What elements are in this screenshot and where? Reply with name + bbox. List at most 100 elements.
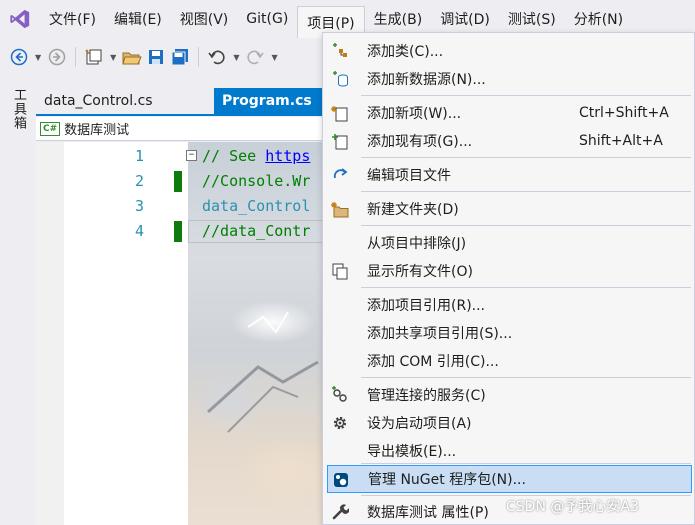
menu-separator xyxy=(361,377,691,378)
gear-icon xyxy=(331,414,349,432)
menu-item-label: 新建文件夹(D) xyxy=(367,202,459,218)
standard-toolbar: ▼ ▼ ▼ ▼ xyxy=(0,38,325,76)
comment-text: //data_Contr xyxy=(202,222,311,240)
tab-data-control[interactable]: data_Control.cs xyxy=(36,88,214,114)
menu-item-label: 显示所有文件(O) xyxy=(367,264,473,280)
menu-item-label: 添加现有项(G)... xyxy=(367,134,473,150)
menu-item-label: 添加 COM 引用(C)... xyxy=(367,354,499,370)
nuget-icon xyxy=(332,471,350,489)
menu-view[interactable]: 视图(V) xyxy=(171,4,238,34)
comment-text: // See xyxy=(202,147,266,165)
menu-item-add-shared-project-reference[interactable]: 添加共享项目引用(S)... xyxy=(323,319,694,347)
line-number: 1 xyxy=(134,147,144,165)
comment-link[interactable]: https xyxy=(265,147,310,165)
menu-analyze[interactable]: 分析(N) xyxy=(565,4,632,34)
menu-item-new-folder[interactable]: 新建文件夹(D) xyxy=(323,195,694,223)
csharp-project-icon: C# xyxy=(40,121,61,136)
tab-accent-line xyxy=(36,114,326,116)
chevron-down-icon[interactable]: ▼ xyxy=(271,53,277,62)
document-tabs: data_Control.cs Program.cs xyxy=(36,88,326,114)
code-line: 2 //Console.Wr xyxy=(36,169,326,194)
add-new-item-icon xyxy=(331,104,349,122)
menu-item-export-template[interactable]: 导出模板(E)... xyxy=(323,437,694,465)
add-existing-item-icon xyxy=(331,132,349,150)
menu-item-label: 管理连接的服务(C) xyxy=(367,388,486,404)
menu-item-label: 导出模板(E)... xyxy=(367,444,457,460)
visual-studio-logo-icon[interactable] xyxy=(0,0,40,38)
menu-item-add-new-item[interactable]: 添加新项(W)... Ctrl+Shift+A xyxy=(323,99,694,127)
menu-separator xyxy=(361,287,691,288)
menu-item-label: 管理 NuGet 程序包(N)... xyxy=(368,472,526,488)
menu-item-set-startup-project[interactable]: 设为启动项目(A) xyxy=(323,409,694,437)
menu-item-edit-project-file[interactable]: 编辑项目文件 xyxy=(323,161,694,189)
menu-build[interactable]: 生成(B) xyxy=(365,4,432,34)
wrench-icon xyxy=(331,503,349,521)
new-folder-icon xyxy=(331,200,349,218)
redo-button[interactable] xyxy=(244,44,266,70)
change-marker xyxy=(174,221,182,242)
menu-separator xyxy=(361,191,691,192)
chevron-down-icon[interactable]: ▼ xyxy=(233,53,239,62)
menu-item-shortcut: Shift+Alt+A xyxy=(579,133,663,149)
project-selector[interactable]: 数据库测试 xyxy=(64,119,129,138)
menu-item-exclude-from-project[interactable]: 从项目中排除(J) xyxy=(323,229,694,257)
menu-file[interactable]: 文件(F) xyxy=(40,4,105,34)
toolbox-strip xyxy=(0,76,36,525)
menu-item-label: 添加类(C)... xyxy=(367,44,444,60)
menu-item-add-data-source[interactable]: 添加新数据源(N)... xyxy=(323,65,694,93)
toolbox-tab[interactable]: 工具箱 xyxy=(8,88,28,130)
menu-item-label: 添加共享项目引用(S)... xyxy=(367,326,513,342)
menu-separator xyxy=(361,463,691,464)
menu-separator xyxy=(361,225,691,226)
menu-item-manage-nuget-packages[interactable]: 管理 NuGet 程序包(N)... xyxy=(327,465,692,493)
undo-button[interactable] xyxy=(206,44,228,70)
line-number: 3 xyxy=(134,197,144,215)
save-button[interactable] xyxy=(145,44,167,70)
add-class-icon xyxy=(331,42,349,60)
add-database-icon xyxy=(331,70,349,88)
navigate-forward-button[interactable] xyxy=(46,44,68,70)
project-menu-dropdown: 添加类(C)... 添加新数据源(N)... 添加新项(W)... Ctrl+S… xyxy=(322,32,695,525)
chevron-down-icon[interactable]: ▼ xyxy=(110,53,116,62)
edit-project-file-icon xyxy=(331,166,349,184)
open-file-button[interactable] xyxy=(121,44,143,70)
line-number: 2 xyxy=(134,172,144,190)
menu-item-label: 添加新项(W)... xyxy=(367,106,462,122)
toolbar-divider xyxy=(75,47,77,67)
menu-item-label: 添加项目引用(R)... xyxy=(367,298,486,314)
code-line: 4 //data_Contr xyxy=(36,219,326,244)
menu-separator xyxy=(361,95,691,96)
menu-git[interactable]: Git(G) xyxy=(237,4,297,34)
navigate-back-button[interactable] xyxy=(8,44,30,70)
menu-item-label: 编辑项目文件 xyxy=(367,168,451,184)
menu-item-add-com-reference[interactable]: 添加 COM 引用(C)... xyxy=(323,347,694,375)
chevron-down-icon[interactable]: ▼ xyxy=(35,53,41,62)
collapse-toggle[interactable]: − xyxy=(186,150,197,161)
menu-item-show-all-files[interactable]: 显示所有文件(O) xyxy=(323,257,694,285)
menu-item-label: 从项目中排除(J) xyxy=(367,236,467,252)
menu-separator xyxy=(361,157,691,158)
change-marker xyxy=(174,171,182,192)
menu-item-add-existing-item[interactable]: 添加现有项(G)... Shift+Alt+A xyxy=(323,127,694,155)
new-project-button[interactable] xyxy=(83,44,105,70)
code-line: 3 data_Control xyxy=(36,194,326,219)
connected-services-icon xyxy=(331,386,349,404)
menu-item-label: 设为启动项目(A) xyxy=(367,416,472,432)
menu-debug[interactable]: 调试(D) xyxy=(431,4,499,34)
menu-edit[interactable]: 编辑(E) xyxy=(105,4,171,34)
show-all-files-icon xyxy=(331,262,349,280)
menu-test[interactable]: 测试(S) xyxy=(499,4,565,34)
menu-item-add-class[interactable]: 添加类(C)... xyxy=(323,37,694,65)
line-number: 4 xyxy=(134,222,144,240)
code-editor[interactable]: 1 − // See https 2 //Console.Wr 3 data_C… xyxy=(36,142,326,525)
comment-text: //Console.Wr xyxy=(202,172,311,190)
code-line: 1 − // See https xyxy=(36,144,326,169)
watermark: CSDN @予我心安A3 xyxy=(506,499,639,515)
tab-program[interactable]: Program.cs xyxy=(214,88,326,114)
menu-item-add-project-reference[interactable]: 添加项目引用(R)... xyxy=(323,291,694,319)
toolbar-divider xyxy=(198,47,200,67)
navigation-bar[interactable]: C# 数据库测试 xyxy=(36,117,326,141)
menu-item-label: 添加新数据源(N)... xyxy=(367,72,486,88)
save-all-button[interactable] xyxy=(169,44,191,70)
menu-item-manage-connected-services[interactable]: 管理连接的服务(C) xyxy=(323,381,694,409)
